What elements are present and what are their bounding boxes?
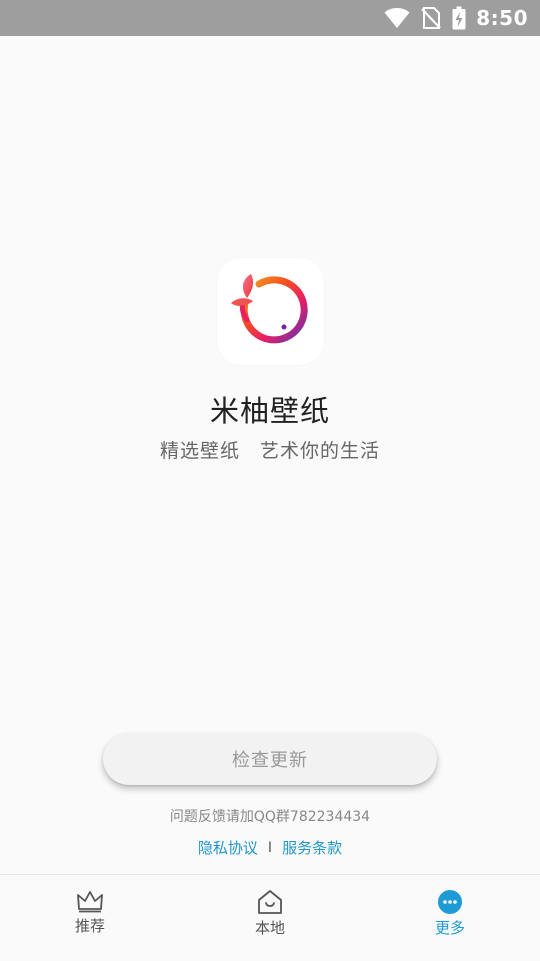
more-icon xyxy=(438,890,462,914)
tab-recommend-label: 推荐 xyxy=(74,917,105,935)
legal-links: 隐私协议 I 服务条款 xyxy=(0,837,540,858)
tab-more[interactable]: 更多 xyxy=(360,875,540,961)
app-slogan: 精选壁纸 艺术你的生活 xyxy=(159,440,380,462)
crown-icon xyxy=(77,891,103,913)
app-logo xyxy=(217,258,324,365)
status-time: 8:50 xyxy=(476,6,528,30)
links-separator: I xyxy=(267,839,273,856)
status-bar: 8:50 xyxy=(0,0,540,36)
status-icons: 8:50 xyxy=(384,0,528,36)
app-name: 米柚壁纸 xyxy=(209,394,330,428)
tab-local-label: 本地 xyxy=(254,919,285,937)
home-icon xyxy=(258,890,282,914)
feedback-text: 问题反馈请加QQ群782234434 xyxy=(169,809,371,825)
miyou-logo-icon xyxy=(231,274,308,344)
check-update-button[interactable]: 检查更新 xyxy=(103,733,437,785)
terms-of-service-link[interactable]: 服务条款 xyxy=(282,837,342,858)
no-sim-icon xyxy=(421,7,442,29)
tab-recommend[interactable]: 推荐 xyxy=(0,875,180,961)
bottom-tab-bar: 推荐 本地 更多 xyxy=(0,874,540,961)
tab-more-label: 更多 xyxy=(434,919,465,937)
battery-charging-icon xyxy=(452,6,466,30)
privacy-policy-link[interactable]: 隐私协议 xyxy=(198,837,258,858)
wifi-icon xyxy=(384,8,410,28)
tab-local[interactable]: 本地 xyxy=(180,875,360,961)
